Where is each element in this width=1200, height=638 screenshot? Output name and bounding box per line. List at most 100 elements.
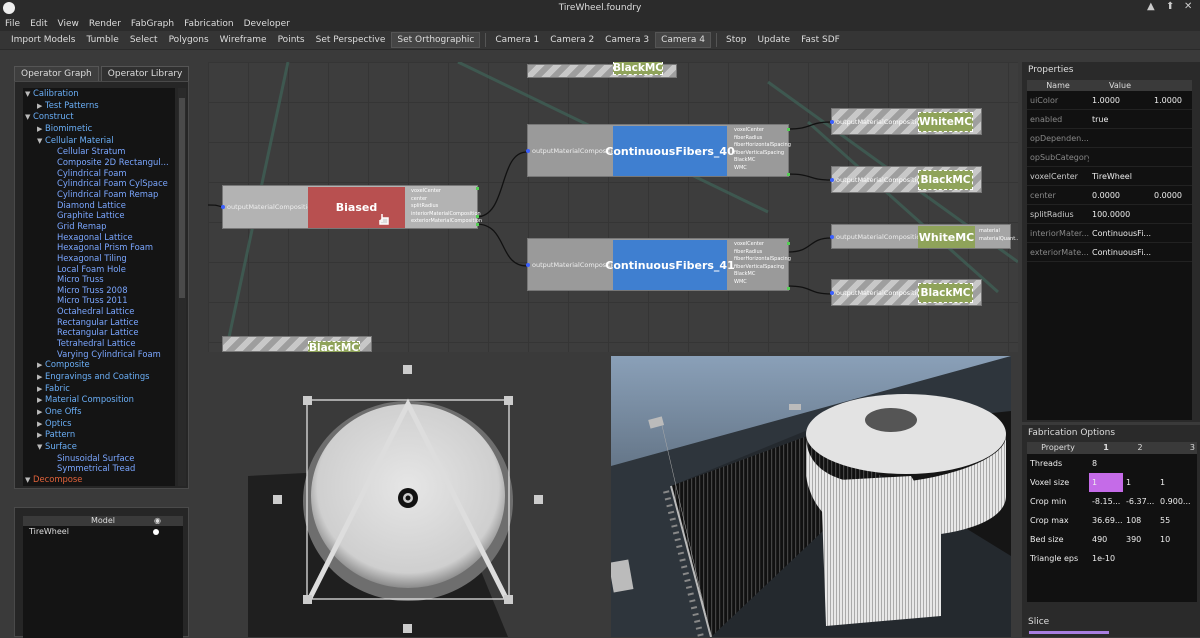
slice-slider[interactable] bbox=[1029, 631, 1109, 634]
fab-value-3[interactable]: 0.900... bbox=[1157, 492, 1197, 511]
toolbar-tumble-button[interactable]: Tumble bbox=[81, 33, 123, 47]
toolbar-camera-4-button[interactable]: Camera 4 bbox=[655, 32, 711, 48]
tree-item[interactable]: ▶Pattern bbox=[23, 429, 175, 441]
node-whitemc-2[interactable]: outputMaterialComposition WhiteMC materi… bbox=[831, 224, 1011, 249]
fab-value-3[interactable]: 10 bbox=[1157, 530, 1197, 549]
tree-item[interactable]: ▶Optics bbox=[23, 418, 175, 430]
property-row[interactable]: exteriorMate...ContinuousFi... bbox=[1027, 243, 1192, 262]
property-value-2[interactable] bbox=[1151, 110, 1192, 128]
fab-value-3[interactable]: 1 bbox=[1157, 473, 1197, 492]
tree-item[interactable]: Hexagonal Lattice bbox=[23, 232, 175, 243]
input-port[interactable] bbox=[830, 120, 834, 124]
node-continuous-fibers-41[interactable]: outputMaterialComposition ContinuousFibe… bbox=[527, 238, 789, 291]
tree-item[interactable]: Graphite Lattice bbox=[23, 210, 175, 221]
tree-item[interactable]: Octahedral Lattice bbox=[23, 306, 175, 317]
expand-down-icon[interactable]: ▼ bbox=[37, 136, 45, 147]
tree-item[interactable]: ▶Test Patterns bbox=[23, 100, 175, 112]
tree-item[interactable]: Cylindrical Foam bbox=[23, 168, 175, 179]
tree-item[interactable]: ▶One Offs bbox=[23, 406, 175, 418]
property-value-2[interactable] bbox=[1151, 167, 1192, 185]
maximize-icon[interactable]: ⬆ bbox=[1166, 1, 1174, 12]
expand-right-icon[interactable]: ▶ bbox=[37, 101, 45, 112]
tree-item[interactable]: ▼Cellular Material bbox=[23, 135, 175, 147]
toolbar-set-perspective-button[interactable]: Set Perspective bbox=[311, 33, 391, 47]
tree-item[interactable]: ▶Material Composition bbox=[23, 394, 175, 406]
property-row[interactable]: splitRadius100.0000 bbox=[1027, 205, 1192, 224]
menu-developer[interactable]: Developer bbox=[239, 19, 295, 29]
close-icon[interactable]: ✕ bbox=[1184, 1, 1192, 12]
property-value[interactable]: TireWheel bbox=[1089, 167, 1151, 185]
tab-operator-library[interactable]: Operator Library bbox=[101, 66, 190, 81]
toolbar-set-orthographic-button[interactable]: Set Orthographic bbox=[391, 32, 480, 48]
input-port[interactable] bbox=[830, 235, 834, 239]
property-row[interactable]: center0.00000.0000 bbox=[1027, 186, 1192, 205]
property-value-2[interactable] bbox=[1151, 224, 1192, 242]
expand-right-icon[interactable]: ▶ bbox=[37, 384, 45, 395]
property-value-2[interactable] bbox=[1151, 148, 1192, 166]
property-row[interactable]: opSubCategory bbox=[1027, 148, 1192, 167]
expand-down-icon[interactable]: ▼ bbox=[25, 475, 33, 486]
fab-value-2[interactable]: 1 bbox=[1123, 473, 1157, 492]
menu-edit[interactable]: Edit bbox=[25, 19, 52, 29]
property-value[interactable]: true bbox=[1089, 110, 1151, 128]
tree-item[interactable]: ▶Composite bbox=[23, 359, 175, 371]
input-port[interactable] bbox=[221, 205, 225, 209]
tree-item[interactable]: ▶Fabric bbox=[23, 383, 175, 395]
tree-item[interactable]: Rectangular Lattice bbox=[23, 327, 175, 338]
property-value[interactable]: ContinuousFi... bbox=[1089, 224, 1151, 242]
toolbar-camera-1-button[interactable]: Camera 1 bbox=[490, 33, 544, 47]
minimize-icon[interactable]: ▲ bbox=[1147, 1, 1155, 12]
input-port[interactable] bbox=[830, 291, 834, 295]
viewport-orthographic[interactable] bbox=[208, 356, 608, 637]
tree-item[interactable]: Tetrahedral Lattice bbox=[23, 338, 175, 349]
toolbar-fast-sdf-button[interactable]: Fast SDF bbox=[796, 33, 845, 47]
fab-value-3[interactable] bbox=[1157, 454, 1197, 473]
expand-right-icon[interactable]: ▶ bbox=[37, 360, 45, 371]
node-blackmc-bottom[interactable]: BlackMC bbox=[222, 336, 372, 352]
tree-item[interactable]: Cellular Stratum bbox=[23, 146, 175, 157]
property-value-2[interactable] bbox=[1151, 129, 1192, 147]
fab-value-2[interactable] bbox=[1123, 549, 1157, 568]
model-row[interactable]: TireWheel bbox=[23, 526, 183, 537]
fab-value-1[interactable]: 36.69... bbox=[1089, 511, 1123, 530]
menu-fabgraph[interactable]: FabGraph bbox=[126, 19, 179, 29]
expand-down-icon[interactable]: ▼ bbox=[37, 442, 45, 453]
property-value-2[interactable]: 1.0000 bbox=[1151, 91, 1192, 109]
toolbar-stop-button[interactable]: Stop bbox=[721, 33, 751, 47]
property-value[interactable]: 1.0000 bbox=[1089, 91, 1151, 109]
viewport-perspective[interactable] bbox=[611, 356, 1011, 637]
tree-item[interactable]: Hexagonal Tiling bbox=[23, 253, 175, 264]
fab-value-1[interactable]: 8 bbox=[1089, 454, 1123, 473]
node-blackmc-top[interactable]: BlackMC bbox=[527, 64, 677, 78]
toolbar-update-button[interactable]: Update bbox=[752, 33, 795, 47]
fab-value-2[interactable]: -6.37... bbox=[1123, 492, 1157, 511]
operator-graph-canvas[interactable]: BlackMC outputMaterialComposition Biased… bbox=[208, 62, 1018, 352]
property-row[interactable]: opDependen... bbox=[1027, 129, 1192, 148]
node-blackmc-2[interactable]: outputMaterialComposition BlackMC bbox=[831, 279, 982, 306]
tree-item[interactable]: ▶Engravings and Coatings bbox=[23, 371, 175, 383]
fab-value-2[interactable]: 390 bbox=[1123, 530, 1157, 549]
tree-item[interactable]: ▼Decompose bbox=[23, 474, 175, 486]
node-blackmc-1[interactable]: outputMaterialComposition BlackMC bbox=[831, 166, 982, 193]
toolbar-select-button[interactable]: Select bbox=[125, 33, 163, 47]
property-value[interactable]: 0.0000 bbox=[1089, 186, 1151, 204]
tree-scrollbar[interactable] bbox=[178, 88, 186, 486]
toolbar-polygons-button[interactable]: Polygons bbox=[164, 33, 214, 47]
tree-item[interactable]: ▶Biomimetic bbox=[23, 123, 175, 135]
tree-item[interactable]: Varying Cylindrical Foam bbox=[23, 349, 175, 360]
expand-down-icon[interactable]: ▼ bbox=[25, 112, 33, 123]
menu-file[interactable]: File bbox=[0, 19, 25, 29]
input-port[interactable] bbox=[526, 263, 530, 267]
tree-item[interactable]: Diamond Lattice bbox=[23, 200, 175, 211]
property-row[interactable]: interiorMater...ContinuousFi... bbox=[1027, 224, 1192, 243]
tab-operator-graph[interactable]: Operator Graph bbox=[14, 66, 99, 81]
expand-right-icon[interactable]: ▶ bbox=[37, 407, 45, 418]
node-continuous-fibers-40[interactable]: outputMaterialComposition ContinuousFibe… bbox=[527, 124, 789, 177]
toolbar-camera-2-button[interactable]: Camera 2 bbox=[545, 33, 599, 47]
fab-value-3[interactable]: 55 bbox=[1157, 511, 1197, 530]
fabrication-row[interactable]: Voxel size111 bbox=[1027, 473, 1197, 492]
tree-item[interactable]: Cylindrical Foam CylSpace bbox=[23, 178, 175, 189]
node-whitemc-1[interactable]: outputMaterialComposition WhiteMC bbox=[831, 108, 982, 135]
property-value-2[interactable]: 0.0000 bbox=[1151, 186, 1192, 204]
toolbar-camera-3-button[interactable]: Camera 3 bbox=[600, 33, 654, 47]
